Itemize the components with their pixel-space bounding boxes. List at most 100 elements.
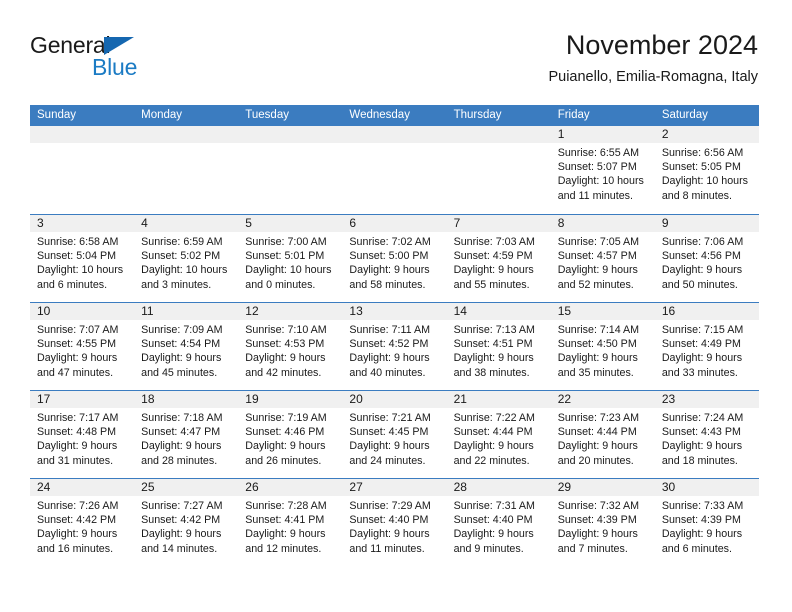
day-detail-line: Sunset: 4:39 PM [661,514,741,527]
weekday-header-thursday: Thursday [453,109,502,121]
day-number: 27 [342,479,447,496]
calendar-day-cell[interactable]: 9 Sunrise: 7:06 AM Sunset: 4:56 PM Daylight… [654,215,759,302]
day-number [446,126,551,143]
calendar-day-cell[interactable]: 13 Sunrise: 7:11 AM Sunset: 4:52 PM Dayligh… [342,303,447,390]
day-detail-line: and 11 minutes. [349,542,425,555]
calendar-day-cell[interactable]: 11 Sunrise: 7:09 AM Sunset: 4:54 PM Dayligh… [134,303,239,390]
calendar-day-cell[interactable]: 27 Sunrise: 7:29 AM Sunset: 4:40 PM Dayligh… [342,479,447,566]
calendar-day-cell[interactable]: 3 Sunrise: 6:58 AM Sunset: 5:04 PM Daylight… [30,215,135,302]
calendar-day-cell[interactable]: 15 Sunrise: 7:14 AM Sunset: 4:50 PM Dayligh… [550,303,655,390]
day-details: Sunrise: 7:10 AM Sunset: 4:53 PM Daylight:… [238,320,342,380]
day-detail-line: Daylight: 9 hours [557,352,638,365]
day-detail-line: Daylight: 10 hours [37,264,124,277]
calendar-day-cell[interactable]: 17 Sunrise: 7:17 AM Sunset: 4:48 PM Dayligh… [30,391,135,478]
day-details: Sunrise: 7:14 AM Sunset: 4:50 PM Daylight:… [551,320,655,380]
day-number: 30 [654,479,759,496]
calendar-day-cell[interactable]: 16 Sunrise: 7:15 AM Sunset: 4:49 PM Dayligh… [654,303,759,390]
day-detail-line: Daylight: 9 hours [557,528,638,541]
calendar-week-row: 1 Sunrise: 6:55 AM Sunset: 5:07 PM Daylight… [30,126,759,214]
day-detail-line: Sunset: 4:41 PM [245,514,325,527]
day-detail-line: Sunrise: 7:27 AM [141,500,223,512]
day-detail-line: Sunset: 4:52 PM [349,338,429,351]
calendar-day-cell[interactable]: 30 Sunrise: 7:33 AM Sunset: 4:39 PM Dayligh… [654,479,759,566]
day-detail-line: Sunrise: 7:26 AM [37,500,119,512]
day-detail-line: Sunrise: 6:56 AM [661,147,744,159]
calendar-day-cell[interactable]: 18 Sunrise: 7:18 AM Sunset: 4:47 PM Dayligh… [134,391,239,478]
day-detail-line: Daylight: 9 hours [349,440,430,453]
day-detail-line: Sunrise: 7:05 AM [557,236,640,248]
day-details: Sunrise: 7:29 AM Sunset: 4:40 PM Daylight:… [342,496,446,556]
calendar-day-cell[interactable]: 19 Sunrise: 7:19 AM Sunset: 4:46 PM Dayligh… [238,391,343,478]
day-detail-line: Daylight: 9 hours [661,352,743,365]
calendar-day-cell[interactable]: 22 Sunrise: 7:23 AM Sunset: 4:44 PM Dayligh… [550,391,655,478]
day-details: Sunrise: 7:03 AM Sunset: 4:59 PM Daylight:… [447,232,551,292]
day-detail-line: Daylight: 9 hours [557,440,638,453]
day-detail-line: Sunrise: 7:24 AM [661,412,744,424]
day-details [238,143,342,146]
day-details: Sunrise: 7:05 AM Sunset: 4:57 PM Daylight:… [551,232,655,292]
day-detail-line: Daylight: 9 hours [349,264,430,277]
calendar-day-cell[interactable]: 1 Sunrise: 6:55 AM Sunset: 5:07 PM Daylight… [550,126,655,214]
calendar-day-cell[interactable]: 23 Sunrise: 7:24 AM Sunset: 4:43 PM Dayligh… [654,391,759,478]
day-detail-line: Sunset: 4:46 PM [245,426,325,439]
calendar-day-cell[interactable]: 12 Sunrise: 7:10 AM Sunset: 4:53 PM Dayligh… [238,303,343,390]
day-detail-line: Sunrise: 7:22 AM [453,412,535,424]
day-number [342,126,447,143]
day-detail-line: Sunset: 4:42 PM [37,514,117,527]
page-header: General Blue November 2024 Puianello, Em… [30,28,758,100]
day-details: Sunrise: 6:55 AM Sunset: 5:07 PM Daylight:… [551,143,655,203]
day-details: Sunrise: 7:06 AM Sunset: 4:56 PM Daylight:… [655,232,759,292]
day-detail-line: Daylight: 9 hours [661,440,743,453]
calendar-week-row: 10 Sunrise: 7:07 AM Sunset: 4:55 PM Dayligh… [30,302,759,390]
day-number: 19 [238,391,343,408]
day-number: 28 [446,479,551,496]
day-detail-line: and 40 minutes. [349,366,426,379]
day-detail-line: and 31 minutes. [37,454,114,467]
day-details: Sunrise: 6:56 AM Sunset: 5:05 PM Daylight:… [655,143,759,203]
day-detail-line: Daylight: 9 hours [141,440,222,453]
calendar-day-cell[interactable]: 25 Sunrise: 7:27 AM Sunset: 4:42 PM Dayligh… [134,479,239,566]
calendar-day-cell[interactable]: 20 Sunrise: 7:21 AM Sunset: 4:45 PM Dayligh… [342,391,447,478]
calendar-day-cell-empty [446,126,551,214]
calendar-day-cell[interactable]: 4 Sunrise: 6:59 AM Sunset: 5:02 PM Daylight… [134,215,239,302]
day-number: 7 [446,215,551,232]
day-number: 16 [654,303,759,320]
calendar-day-cell[interactable]: 2 Sunrise: 6:56 AM Sunset: 5:05 PM Daylight… [654,126,759,214]
brand-name-blue: Blue [92,54,138,80]
day-detail-line: and 18 minutes. [661,454,738,467]
calendar-day-cell[interactable]: 7 Sunrise: 7:03 AM Sunset: 4:59 PM Daylight… [446,215,551,302]
calendar-day-cell[interactable]: 10 Sunrise: 7:07 AM Sunset: 4:55 PM Dayligh… [30,303,135,390]
day-details [342,143,446,146]
day-detail-line: Sunset: 4:50 PM [557,338,637,351]
day-detail-line: Sunrise: 7:28 AM [245,500,327,512]
day-detail-line: Sunrise: 7:21 AM [349,412,431,424]
day-detail-line: Daylight: 9 hours [349,352,430,365]
calendar-day-cell[interactable]: 6 Sunrise: 7:02 AM Sunset: 5:00 PM Daylight… [342,215,447,302]
day-detail-line: and 14 minutes. [141,542,218,555]
calendar-page: General Blue November 2024 Puianello, Em… [0,0,792,612]
day-detail-line: and 58 minutes. [349,278,426,291]
day-detail-line: Daylight: 9 hours [453,440,534,453]
calendar-day-cell[interactable]: 26 Sunrise: 7:28 AM Sunset: 4:41 PM Dayligh… [238,479,343,566]
day-number: 6 [342,215,447,232]
day-detail-line: Sunrise: 7:10 AM [245,324,327,336]
day-details: Sunrise: 7:23 AM Sunset: 4:44 PM Daylight:… [551,408,655,468]
calendar-day-cell[interactable]: 29 Sunrise: 7:32 AM Sunset: 4:39 PM Dayligh… [550,479,655,566]
calendar-day-cell[interactable]: 8 Sunrise: 7:05 AM Sunset: 4:57 PM Daylight… [550,215,655,302]
calendar-day-cell[interactable]: 28 Sunrise: 7:31 AM Sunset: 4:40 PM Dayligh… [446,479,551,566]
calendar-day-cell[interactable]: 5 Sunrise: 7:00 AM Sunset: 5:01 PM Daylight… [238,215,343,302]
calendar-day-cell[interactable]: 21 Sunrise: 7:22 AM Sunset: 4:44 PM Dayligh… [446,391,551,478]
calendar-day-cell[interactable]: 24 Sunrise: 7:26 AM Sunset: 4:42 PM Dayligh… [30,479,135,566]
day-details: Sunrise: 7:15 AM Sunset: 4:49 PM Daylight:… [655,320,759,380]
brand-logo[interactable]: General Blue [30,32,250,90]
day-number: 9 [654,215,759,232]
day-details: Sunrise: 7:24 AM Sunset: 4:43 PM Daylight:… [655,408,759,468]
calendar-day-cell-empty [238,126,343,214]
calendar-day-cell[interactable]: 14 Sunrise: 7:13 AM Sunset: 4:51 PM Dayligh… [446,303,551,390]
day-detail-line: Daylight: 9 hours [453,528,534,541]
day-detail-line: Sunset: 5:04 PM [37,250,117,263]
calendar-week-row: 24 Sunrise: 7:26 AM Sunset: 4:42 PM Dayligh… [30,478,759,566]
day-number: 10 [30,303,135,320]
day-details: Sunrise: 7:00 AM Sunset: 5:01 PM Daylight:… [238,232,342,292]
day-number: 29 [550,479,655,496]
